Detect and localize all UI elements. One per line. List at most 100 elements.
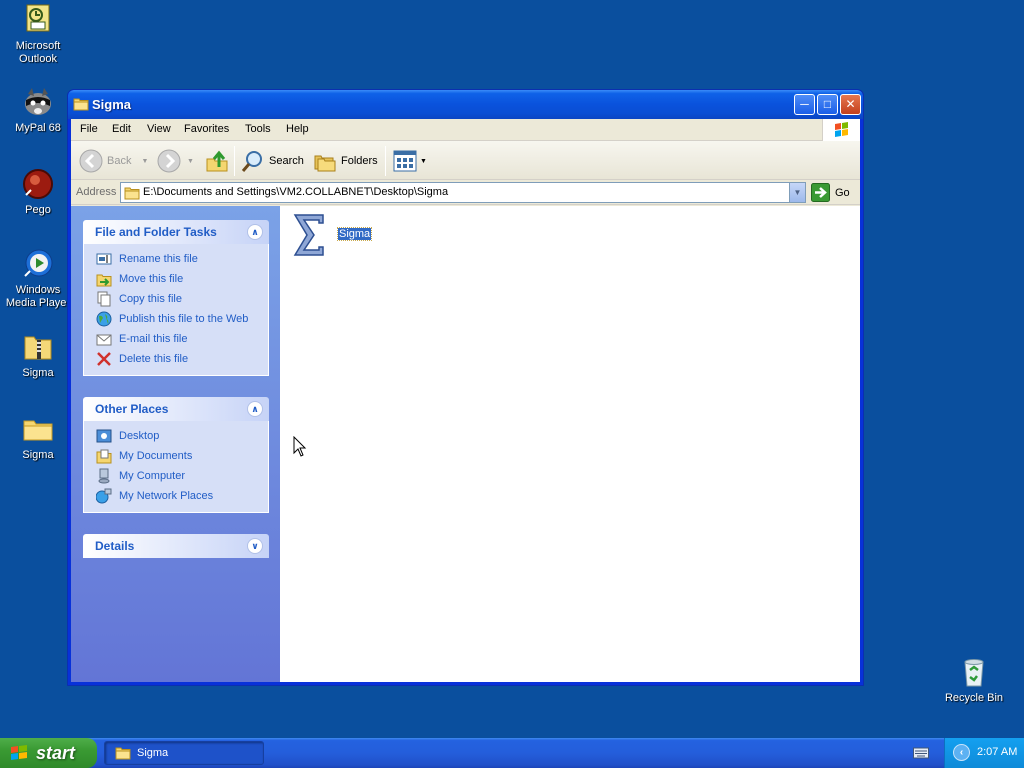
back-button[interactable]: Back ▼: [79, 148, 148, 174]
menu-favorites[interactable]: Favorites: [184, 123, 229, 135]
place-link-text: My Documents: [119, 450, 193, 462]
collapse-chevron-icon[interactable]: ∧: [247, 224, 263, 240]
rename-icon: [96, 253, 112, 265]
explorer-window: Sigma ─ □ ✕ File Edit View Favorites Too…: [67, 89, 864, 686]
folders-icon: [314, 155, 336, 172]
my-computer-icon: [98, 468, 110, 484]
place-link-text: My Network Places: [119, 490, 214, 502]
task-copy[interactable]: Copy this file: [84, 289, 268, 309]
start-button[interactable]: start: [0, 738, 97, 768]
file-item-sigma[interactable]: Sigma: [292, 212, 373, 258]
file-list-area[interactable]: Sigma: [280, 206, 860, 682]
keyboard-icon[interactable]: [913, 747, 929, 759]
sigma-file-icon: [293, 214, 324, 256]
task-link-text: Publish this file to the Web: [119, 313, 249, 325]
forward-button[interactable]: ▼: [157, 148, 194, 174]
menu-tools[interactable]: Tools: [245, 123, 271, 135]
clock[interactable]: 2:07 AM: [977, 746, 1017, 758]
menu-help[interactable]: Help: [286, 123, 309, 135]
place-my-network[interactable]: My Network Places: [84, 486, 268, 506]
title-bar[interactable]: Sigma ─ □ ✕: [68, 90, 863, 119]
folder-icon: [115, 747, 131, 759]
search-label: Search: [269, 155, 304, 167]
menu-view[interactable]: View: [147, 123, 171, 135]
details-panel: Details ∨: [83, 534, 269, 558]
move-icon: [96, 274, 112, 287]
back-label: Back: [107, 155, 132, 167]
maximize-button[interactable]: □: [817, 94, 838, 115]
task-delete[interactable]: Delete this file: [84, 349, 268, 369]
expand-chevron-icon[interactable]: ∨: [247, 538, 263, 554]
address-value: E:\Documents and Settings\VM2.COLLABNET\…: [143, 186, 449, 198]
windows-logo-icon: [11, 745, 27, 760]
file-folder-tasks-header[interactable]: File and Folder Tasks ∧: [83, 220, 269, 244]
search-button[interactable]: Search: [241, 148, 304, 174]
up-folder-button[interactable]: [205, 148, 229, 174]
copy-icon: [97, 291, 111, 307]
close-button[interactable]: ✕: [840, 94, 861, 115]
folder-icon: [124, 186, 140, 200]
task-link-text: Delete this file: [119, 353, 189, 365]
go-label: Go: [835, 186, 850, 199]
close-icon: ✕: [845, 97, 856, 111]
panel-title: File and Folder Tasks: [95, 225, 217, 239]
folders-button[interactable]: Folders: [313, 148, 378, 174]
desktop-icon-label: Sigma: [22, 449, 54, 461]
task-move[interactable]: Move this file: [84, 269, 268, 289]
details-header[interactable]: Details ∨: [83, 534, 269, 558]
go-button[interactable]: Go: [811, 183, 850, 202]
desktop-icon-recycle-bin[interactable]: Recycle Bin: [936, 656, 1012, 705]
desktop-icon-label: Windows Media Player: [5, 284, 71, 309]
views-button[interactable]: ▼: [393, 148, 427, 174]
panel-title: Other Places: [95, 402, 169, 416]
folders-label: Folders: [341, 155, 378, 167]
desktop-icon-sigma-folder[interactable]: Sigma: [0, 413, 76, 462]
show-hidden-icons-button[interactable]: ‹: [953, 744, 970, 761]
globe-icon: [96, 311, 112, 327]
place-desktop[interactable]: Desktop: [84, 426, 268, 446]
zip-folder-icon: [22, 331, 54, 363]
menu-edit[interactable]: Edit: [112, 123, 131, 135]
address-dropdown-button[interactable]: ▼: [789, 183, 805, 202]
panel-body: Rename this file Move this file Copy thi…: [83, 244, 269, 376]
desktop-icon: [96, 429, 112, 443]
minimize-icon: ─: [800, 97, 809, 111]
file-name: Sigma: [336, 227, 373, 241]
task-pane: File and Folder Tasks ∧ Rename this file: [71, 206, 280, 682]
task-link-text: Copy this file: [119, 293, 182, 305]
other-places-header[interactable]: Other Places ∧: [83, 397, 269, 421]
back-arrow-icon: [79, 149, 103, 173]
panel-title: Details: [95, 539, 135, 553]
task-rename[interactable]: Rename this file: [84, 249, 268, 269]
desktop-icon-label: Pego: [25, 204, 51, 216]
desktop-icon-media-player[interactable]: Windows Media Player: [0, 248, 76, 310]
maximize-icon: □: [823, 97, 832, 111]
window-title: Sigma: [92, 97, 132, 112]
outlook-icon: [22, 4, 54, 36]
desktop-icon-outlook[interactable]: Microsoft Outlook: [0, 4, 76, 66]
address-bar: Address E:\Documents and Settings\VM2.CO…: [71, 180, 860, 205]
recycle-bin-icon: [958, 656, 990, 688]
menu-file[interactable]: File: [80, 123, 98, 135]
system-tray: ‹ 2:07 AM: [944, 738, 1024, 768]
minimize-button[interactable]: ─: [794, 94, 815, 115]
email-icon: [96, 334, 112, 346]
up-folder-icon: [206, 150, 228, 172]
desktop-icon-sigma-zip[interactable]: Sigma: [0, 331, 76, 380]
place-my-documents[interactable]: My Documents: [84, 446, 268, 466]
forward-arrow-icon: [157, 149, 181, 173]
desktop-icon-mypal[interactable]: MyPal 68: [0, 86, 76, 135]
panel-body: Desktop My Documents My Computer My Netw…: [83, 421, 269, 513]
task-email[interactable]: E-mail this file: [84, 329, 268, 349]
taskbar: start Sigma ‹ 2:07 AM: [0, 738, 1024, 768]
folder-icon: [73, 97, 89, 111]
collapse-chevron-icon[interactable]: ∧: [247, 401, 263, 417]
windows-logo: [822, 119, 860, 141]
desktop-icon-pego[interactable]: Pego: [0, 168, 76, 217]
media-player-icon: [22, 248, 54, 280]
taskbar-item-sigma[interactable]: Sigma: [104, 741, 264, 765]
task-publish[interactable]: Publish this file to the Web: [84, 309, 268, 329]
address-input[interactable]: E:\Documents and Settings\VM2.COLLABNET\…: [120, 182, 806, 203]
place-my-computer[interactable]: My Computer: [84, 466, 268, 486]
toolbar-separator: [385, 146, 386, 176]
